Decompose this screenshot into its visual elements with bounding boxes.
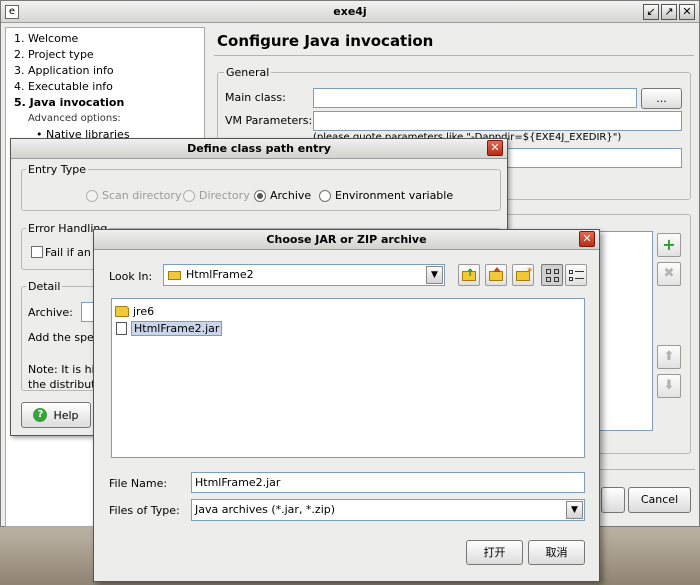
file-list[interactable]: jre6 HtmlFrame2.jar (111, 298, 585, 458)
close-icon[interactable]: ✕ (679, 4, 695, 20)
chevron-down-icon[interactable]: ▼ (566, 501, 583, 519)
new-folder-icon[interactable]: ✶ (512, 264, 534, 286)
look-in-combo[interactable]: HtmlFrame2 ▼ (163, 264, 445, 286)
radio-archive[interactable]: Archive (254, 189, 311, 202)
radio-scan-directory[interactable]: Scan directory (86, 189, 181, 202)
look-in-label: Look In: (109, 270, 153, 283)
radio-circle-icon (319, 189, 331, 202)
step-executable-info[interactable]: 4. Executable info (14, 80, 113, 93)
vm-parameters-field[interactable] (313, 111, 682, 131)
page-title: Configure Java invocation (217, 32, 434, 50)
fail-checkbox[interactable] (31, 246, 43, 258)
file-name-value: HtmlFrame2.jar (195, 476, 281, 489)
maximize-icon[interactable]: ↗ (661, 4, 677, 20)
browse-main-class-button[interactable]: ... (641, 88, 682, 109)
main-class-label: Main class: (225, 91, 286, 104)
define-dialog-title: Define class path entry (187, 142, 331, 155)
detail-label: Detail (26, 280, 63, 293)
close-icon[interactable]: ✕ (487, 140, 503, 156)
entry-type-label: Entry Type (26, 163, 89, 176)
help-button-label: Help (53, 408, 79, 422)
remove-entry-icon[interactable]: ✖ (657, 262, 681, 286)
scan-directory-label: Scan directory (102, 189, 182, 202)
folder-icon (115, 305, 129, 317)
step-java-invocation[interactable]: 5. Java invocation (14, 96, 124, 109)
chevron-down-icon[interactable]: ▼ (426, 266, 443, 284)
main-title-bar[interactable]: e exe4j ↙ ↗ ✕ (1, 1, 699, 23)
choose-dialog-title: Choose JAR or ZIP archive (266, 233, 427, 246)
open-button[interactable]: 打开 (466, 540, 523, 565)
choose-dialog-title-bar[interactable]: Choose JAR or ZIP archive ✕ (94, 230, 599, 250)
move-up-icon[interactable]: ⬆ (657, 345, 681, 369)
radio-selected-icon (254, 189, 266, 202)
archive-field-label: Archive: (28, 306, 73, 319)
file-name-field[interactable]: HtmlFrame2.jar (191, 472, 585, 493)
step-project-type[interactable]: 2. Project type (14, 48, 94, 61)
help-button[interactable]: ? Help (21, 402, 91, 428)
list-view-icon[interactable] (541, 264, 563, 286)
add-entry-icon[interactable]: + (657, 233, 681, 257)
general-label: General (224, 66, 272, 79)
define-dialog-title-bar[interactable]: Define class path entry ✕ (11, 139, 507, 159)
archive-option-label: Archive (270, 189, 312, 202)
finish-button-edge[interactable] (601, 487, 625, 513)
cancel-button[interactable]: 取消 (528, 540, 585, 565)
environment-variable-label: Environment variable (335, 189, 454, 202)
help-icon: ? (33, 408, 48, 422)
file-name-label: File Name: (109, 477, 168, 490)
choose-archive-dialog: Choose JAR or ZIP archive ✕ Look In: Htm… (93, 229, 600, 582)
radio-directory[interactable]: Directory (183, 189, 250, 202)
list-item[interactable]: jre6 (115, 303, 154, 319)
details-view-icon[interactable] (565, 264, 587, 286)
file-icon (116, 321, 127, 335)
move-down-icon[interactable]: ⬇ (657, 374, 681, 398)
vm-parameters-label: VM Parameters: (225, 114, 313, 127)
step-application-info[interactable]: 3. Application info (14, 64, 114, 77)
title-divider (214, 55, 694, 56)
main-class-field[interactable] (313, 88, 637, 108)
folder-icon (168, 271, 181, 280)
advanced-options-header: Advanced options: (28, 113, 121, 124)
radio-circle-icon (183, 189, 195, 202)
step-welcome[interactable]: 1. Welcome (14, 32, 78, 45)
close-icon[interactable]: ✕ (579, 231, 595, 247)
list-item-label: HtmlFrame2.jar (131, 320, 223, 336)
files-of-type-value: Java archives (*.jar, *.zip) (195, 503, 336, 516)
cancel-button[interactable]: Cancel (628, 487, 691, 513)
directory-label: Directory (199, 189, 250, 202)
list-item[interactable]: HtmlFrame2.jar (115, 320, 223, 336)
add-spec-text: Add the spec (28, 331, 100, 344)
main-window-title: exe4j (333, 5, 367, 18)
files-of-type-label: Files of Type: (109, 504, 180, 517)
list-item-label: jre6 (133, 304, 155, 318)
minimize-icon[interactable]: ↙ (643, 4, 659, 20)
files-of-type-combo[interactable]: Java archives (*.jar, *.zip) ▼ (191, 499, 585, 521)
up-folder-icon[interactable]: ↑ (458, 264, 480, 286)
radio-circle-icon (86, 189, 98, 202)
radio-environment-variable[interactable]: Environment variable (319, 189, 453, 202)
look-in-value: HtmlFrame2 (186, 268, 254, 281)
home-icon[interactable] (485, 264, 507, 286)
